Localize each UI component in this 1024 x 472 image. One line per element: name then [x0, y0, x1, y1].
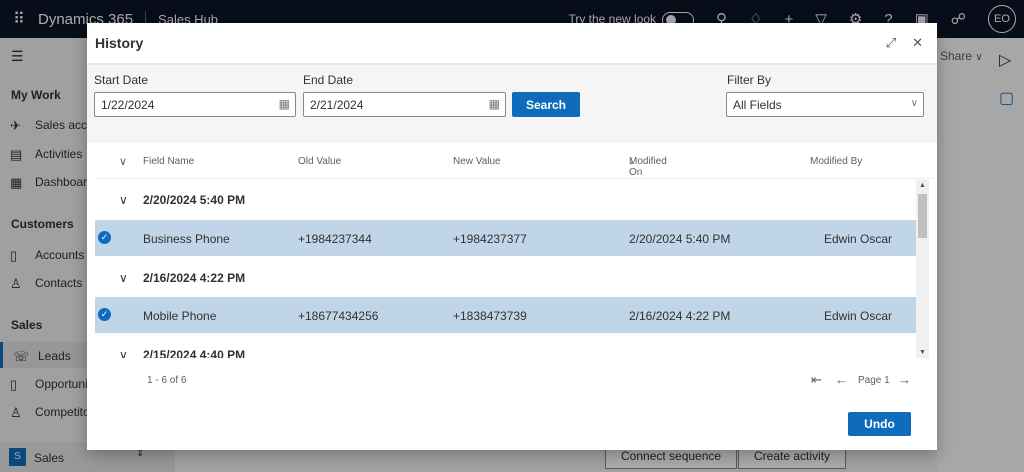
start-date-input[interactable]: 1/22/2024 ▦ [94, 92, 296, 117]
expand-icon[interactable]: ⤢ [886, 35, 896, 51]
grid-header: ∨ Field Name Old Value New Value Modifie… [95, 143, 935, 179]
previous-page-icon[interactable]: ← [835, 372, 848, 387]
collapse-all-icon[interactable]: ∨ [119, 155, 127, 168]
start-date-value: 1/22/2024 [101, 98, 155, 112]
filter-by-value: All Fields [733, 98, 782, 112]
chevron-down-icon: ∨ [975, 52, 983, 63]
history-dialog: History ⤢ ✕ Start Date 1/22/2024 ▦ End Dat… [87, 23, 937, 450]
table-row[interactable]: ✓ Business Phone +1984237344 +1984237377… [95, 220, 916, 256]
chevron-down-icon: ∨ [910, 98, 918, 109]
group-title: 2/16/2024 4:22 PM [143, 271, 246, 285]
cell-new-value: +1984237377 [453, 232, 527, 246]
cell-new-value: +1838473739 [453, 309, 527, 323]
undo-button[interactable]: Undo [848, 412, 911, 436]
cell-modified-by: Edwin Oscar [824, 309, 893, 323]
filter-panel: Start Date 1/22/2024 ▦ End Date 2/21/2024… [87, 65, 937, 143]
cell-old-value: +18677434256 [298, 309, 379, 323]
chevron-down-icon[interactable]: ∨ [119, 193, 128, 207]
end-date-label: End Date [303, 73, 354, 87]
scrollbar-thumb[interactable] [918, 194, 927, 238]
column-modified-on[interactable]: Modified On ↓ [629, 156, 667, 178]
first-page-icon[interactable]: ⇤ [811, 372, 822, 388]
record-count: 1 - 6 of 6 [147, 375, 187, 386]
cell-field-name: Business Phone [143, 232, 230, 246]
end-date-value: 2/21/2024 [310, 98, 364, 112]
vertical-scrollbar[interactable]: ▲ ▼ [916, 180, 929, 358]
cell-modified-on: 2/20/2024 5:40 PM [629, 232, 731, 246]
group-title: 2/20/2024 5:40 PM [143, 193, 246, 207]
column-field-name[interactable]: Field Name [143, 156, 194, 167]
column-modified-by[interactable]: Modified By [810, 156, 862, 167]
checkmark-icon[interactable]: ✓ [98, 231, 111, 244]
chevron-down-icon[interactable]: ∨ [119, 348, 128, 358]
cell-old-value: +1984237344 [298, 232, 372, 246]
scroll-down-icon[interactable]: ▼ [919, 349, 926, 356]
group-header[interactable]: ∨ 2/20/2024 5:40 PM [95, 180, 916, 218]
history-grid: ∨ 2/20/2024 5:40 PM ✓ Business Phone +198… [95, 180, 916, 358]
calendar-icon[interactable]: ▦ [489, 97, 500, 111]
start-date-label: Start Date [94, 73, 149, 87]
filter-by-select[interactable]: All Fields ∨ [726, 92, 924, 117]
table-row[interactable]: ✓ Mobile Phone +18677434256 +1838473739 … [95, 297, 916, 333]
share-button[interactable]: Share ∨ [940, 49, 983, 63]
group-header[interactable]: ∨ 2/15/2024 4:40 PM [95, 335, 916, 358]
end-date-input[interactable]: 2/21/2024 ▦ [303, 92, 506, 117]
group-title: 2/15/2024 4:40 PM [143, 348, 246, 358]
page-number: Page 1 [858, 375, 890, 386]
share-label: Share [940, 49, 973, 63]
calendar-icon[interactable]: ▦ [279, 97, 290, 111]
close-icon[interactable]: ✕ [912, 35, 923, 51]
filter-by-label: Filter By [727, 73, 772, 87]
cell-modified-on: 2/16/2024 4:22 PM [629, 309, 731, 323]
column-new-value[interactable]: New Value [453, 156, 501, 167]
column-old-value[interactable]: Old Value [298, 156, 341, 167]
next-page-icon[interactable]: → [898, 372, 911, 387]
search-button[interactable]: Search [512, 92, 580, 117]
scroll-up-icon[interactable]: ▲ [919, 182, 926, 189]
checkmark-icon[interactable]: ✓ [98, 308, 111, 321]
cell-modified-by: Edwin Oscar [824, 232, 893, 246]
column-label: Modified On [629, 156, 667, 178]
dialog-title: History [95, 35, 144, 51]
cell-field-name: Mobile Phone [143, 309, 217, 323]
group-header[interactable]: ∨ 2/16/2024 4:22 PM [95, 258, 916, 296]
chevron-down-icon[interactable]: ∨ [119, 271, 128, 285]
